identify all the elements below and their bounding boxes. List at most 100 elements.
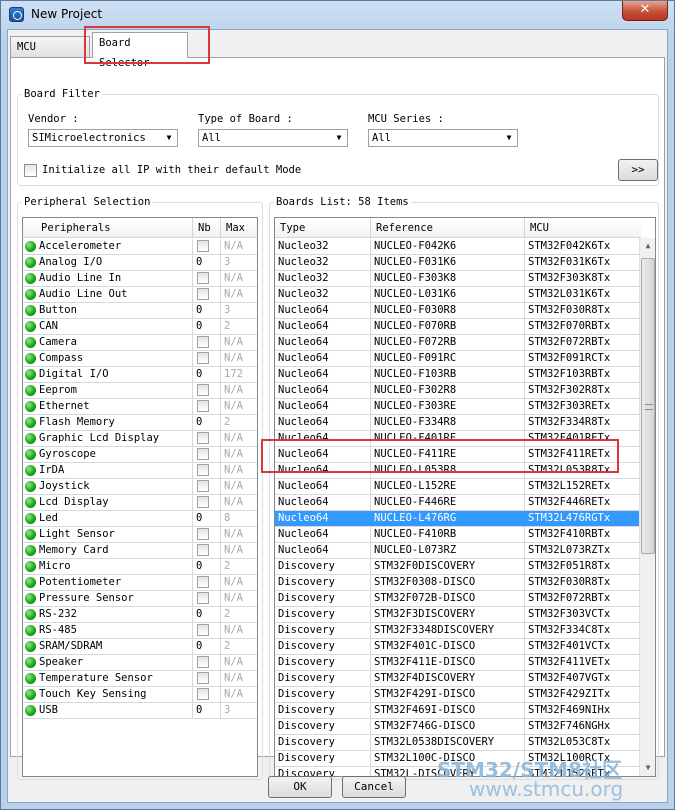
peripheral-table[interactable]: Peripherals Nb Max Accelerometer N/A Analo… bbox=[22, 217, 258, 777]
nb-cell[interactable] bbox=[193, 447, 221, 462]
table-row[interactable]: Pressure Sensor N/A bbox=[23, 591, 257, 607]
nb-checkbox[interactable] bbox=[197, 464, 209, 476]
table-row[interactable]: Discovery STM32F429I-DISCO STM32F429ZITx bbox=[275, 687, 641, 703]
table-row[interactable]: Camera N/A bbox=[23, 335, 257, 351]
nb-checkbox[interactable] bbox=[197, 384, 209, 396]
table-row[interactable]: Light Sensor N/A bbox=[23, 527, 257, 543]
nb-checkbox[interactable] bbox=[197, 288, 209, 300]
expand-button[interactable]: >> bbox=[618, 159, 658, 181]
col-max[interactable]: Max bbox=[221, 218, 257, 238]
nb-cell[interactable] bbox=[193, 687, 221, 702]
table-row[interactable]: Discovery STM32F746G-DISCO STM32F746NGHx bbox=[275, 719, 641, 735]
nb-cell[interactable] bbox=[193, 239, 221, 254]
table-row[interactable]: Nucleo64 NUCLEO-F072RB STM32F072RBTx bbox=[275, 335, 641, 351]
table-row[interactable]: Audio Line Out N/A bbox=[23, 287, 257, 303]
cancel-button[interactable]: Cancel bbox=[342, 776, 406, 798]
table-row[interactable]: Nucleo64 NUCLEO-F070RB STM32F070RBTx bbox=[275, 319, 641, 335]
table-row[interactable]: Micro 0 2 bbox=[23, 559, 257, 575]
nb-cell[interactable] bbox=[193, 623, 221, 638]
table-row[interactable]: Touch Key Sensing N/A bbox=[23, 687, 257, 703]
nb-cell[interactable] bbox=[193, 431, 221, 446]
nb-cell[interactable]: 0 bbox=[193, 607, 221, 622]
table-row[interactable]: Nucleo32 NUCLEO-F031K6 STM32F031K6Tx bbox=[275, 255, 641, 271]
table-row[interactable]: Nucleo64 NUCLEO-F410RB STM32F410RBTx bbox=[275, 527, 641, 543]
type-of-board-select[interactable]: All ▼ bbox=[198, 129, 348, 147]
scroll-thumb[interactable] bbox=[641, 258, 655, 554]
nb-checkbox[interactable] bbox=[197, 480, 209, 492]
nb-checkbox[interactable] bbox=[197, 592, 209, 604]
table-row[interactable]: Nucleo64 NUCLEO-L053R8 STM32L053R8Tx bbox=[275, 463, 641, 479]
table-row[interactable]: Discovery STM32F072B-DISCO STM32F072RBTx bbox=[275, 591, 641, 607]
table-row[interactable]: SRAM/SDRAM 0 2 bbox=[23, 639, 257, 655]
table-row[interactable]: Speaker N/A bbox=[23, 655, 257, 671]
table-row[interactable]: Eeprom N/A bbox=[23, 383, 257, 399]
table-row[interactable]: USB 0 3 bbox=[23, 703, 257, 719]
table-row[interactable]: Ethernet N/A bbox=[23, 399, 257, 415]
nb-checkbox[interactable] bbox=[197, 272, 209, 284]
nb-cell[interactable] bbox=[193, 575, 221, 590]
nb-cell[interactable]: 0 bbox=[193, 367, 221, 382]
table-row[interactable]: Lcd Display N/A bbox=[23, 495, 257, 511]
nb-cell[interactable]: 0 bbox=[193, 703, 221, 718]
table-row[interactable]: Nucleo32 NUCLEO-L031K6 STM32L031K6Tx bbox=[275, 287, 641, 303]
table-row[interactable]: Discovery STM32L0538DISCOVERY STM32L053C8T… bbox=[275, 735, 641, 751]
table-row[interactable]: Nucleo64 NUCLEO-L476RG STM32L476RGTx bbox=[275, 511, 641, 527]
table-row[interactable]: Nucleo64 NUCLEO-F303RE STM32F303RETx bbox=[275, 399, 641, 415]
nb-cell[interactable] bbox=[193, 351, 221, 366]
nb-cell[interactable] bbox=[193, 383, 221, 398]
table-row[interactable]: Discovery STM32F3348DISCOVERY STM32F334C8T… bbox=[275, 623, 641, 639]
table-row[interactable]: Nucleo64 NUCLEO-L152RE STM32L152RETx bbox=[275, 479, 641, 495]
nb-cell[interactable] bbox=[193, 495, 221, 510]
mcu-series-select[interactable]: All ▼ bbox=[368, 129, 518, 147]
vendor-select[interactable]: SIMicroelectronics ▼ bbox=[28, 129, 178, 147]
table-row[interactable]: Nucleo64 NUCLEO-F411RE STM32F411RETx bbox=[275, 447, 641, 463]
nb-cell[interactable]: 0 bbox=[193, 559, 221, 574]
boards-scrollbar[interactable]: ▲ ▼ bbox=[639, 238, 655, 776]
table-row[interactable]: Nucleo64 NUCLEO-F091RC STM32F091RCTx bbox=[275, 351, 641, 367]
nb-cell[interactable]: 0 bbox=[193, 319, 221, 334]
boards-table[interactable]: Type Reference MCU Nucleo32 NUCLEO-F042K6… bbox=[274, 217, 656, 777]
nb-cell[interactable]: 0 bbox=[193, 639, 221, 654]
table-row[interactable]: RS-232 0 2 bbox=[23, 607, 257, 623]
table-row[interactable]: Nucleo64 NUCLEO-F103RB STM32F103RBTx bbox=[275, 367, 641, 383]
nb-checkbox[interactable] bbox=[197, 672, 209, 684]
table-row[interactable]: Nucleo32 NUCLEO-F303K8 STM32F303K8Tx bbox=[275, 271, 641, 287]
table-row[interactable]: Nucleo64 NUCLEO-F302R8 STM32F302R8Tx bbox=[275, 383, 641, 399]
col-reference[interactable]: Reference bbox=[371, 218, 525, 238]
nb-checkbox[interactable] bbox=[197, 624, 209, 636]
table-row[interactable]: IrDA N/A bbox=[23, 463, 257, 479]
tab-board-selector[interactable]: Board Selector bbox=[92, 32, 188, 69]
nb-cell[interactable] bbox=[193, 271, 221, 286]
table-row[interactable]: Discovery STM32F401C-DISCO STM32F401VCTx bbox=[275, 639, 641, 655]
init-ip-checkbox[interactable] bbox=[24, 164, 37, 177]
table-row[interactable]: Digital I/O 0 172 bbox=[23, 367, 257, 383]
table-row[interactable]: CAN 0 2 bbox=[23, 319, 257, 335]
table-row[interactable]: Memory Card N/A bbox=[23, 543, 257, 559]
nb-checkbox[interactable] bbox=[197, 400, 209, 412]
table-row[interactable]: Graphic Lcd Display N/A bbox=[23, 431, 257, 447]
scroll-up-icon[interactable]: ▲ bbox=[640, 238, 655, 254]
table-row[interactable]: Discovery STM32F0DISCOVERY STM32F051R8Tx bbox=[275, 559, 641, 575]
nb-checkbox[interactable] bbox=[197, 576, 209, 588]
col-peripherals[interactable]: Peripherals bbox=[23, 218, 193, 238]
scroll-down-icon[interactable]: ▼ bbox=[640, 760, 655, 776]
nb-checkbox[interactable] bbox=[197, 528, 209, 540]
nb-checkbox[interactable] bbox=[197, 432, 209, 444]
tab-mcu-selector[interactable]: MCU Selector bbox=[10, 36, 90, 73]
ok-button[interactable]: OK bbox=[268, 776, 332, 798]
table-row[interactable]: Discovery STM32F3DISCOVERY STM32F303VCTx bbox=[275, 607, 641, 623]
table-row[interactable]: Nucleo64 NUCLEO-L073RZ STM32L073RZTx bbox=[275, 543, 641, 559]
table-row[interactable]: Accelerometer N/A bbox=[23, 239, 257, 255]
nb-cell[interactable] bbox=[193, 527, 221, 542]
table-row[interactable]: Nucleo64 NUCLEO-F446RE STM32F446RETx bbox=[275, 495, 641, 511]
title-bar[interactable]: New Project ✕ bbox=[1, 1, 674, 29]
table-row[interactable]: Led 0 8 bbox=[23, 511, 257, 527]
table-row[interactable]: Button 0 3 bbox=[23, 303, 257, 319]
nb-cell[interactable] bbox=[193, 399, 221, 414]
table-row[interactable]: Discovery STM32F0308-DISCO STM32F030R8Tx bbox=[275, 575, 641, 591]
table-row[interactable]: Discovery STM32F469I-DISCO STM32F469NIHx bbox=[275, 703, 641, 719]
table-row[interactable]: Nucleo32 NUCLEO-F042K6 STM32F042K6Tx bbox=[275, 239, 641, 255]
nb-checkbox[interactable] bbox=[197, 352, 209, 364]
table-row[interactable]: Joystick N/A bbox=[23, 479, 257, 495]
col-type[interactable]: Type bbox=[275, 218, 371, 238]
